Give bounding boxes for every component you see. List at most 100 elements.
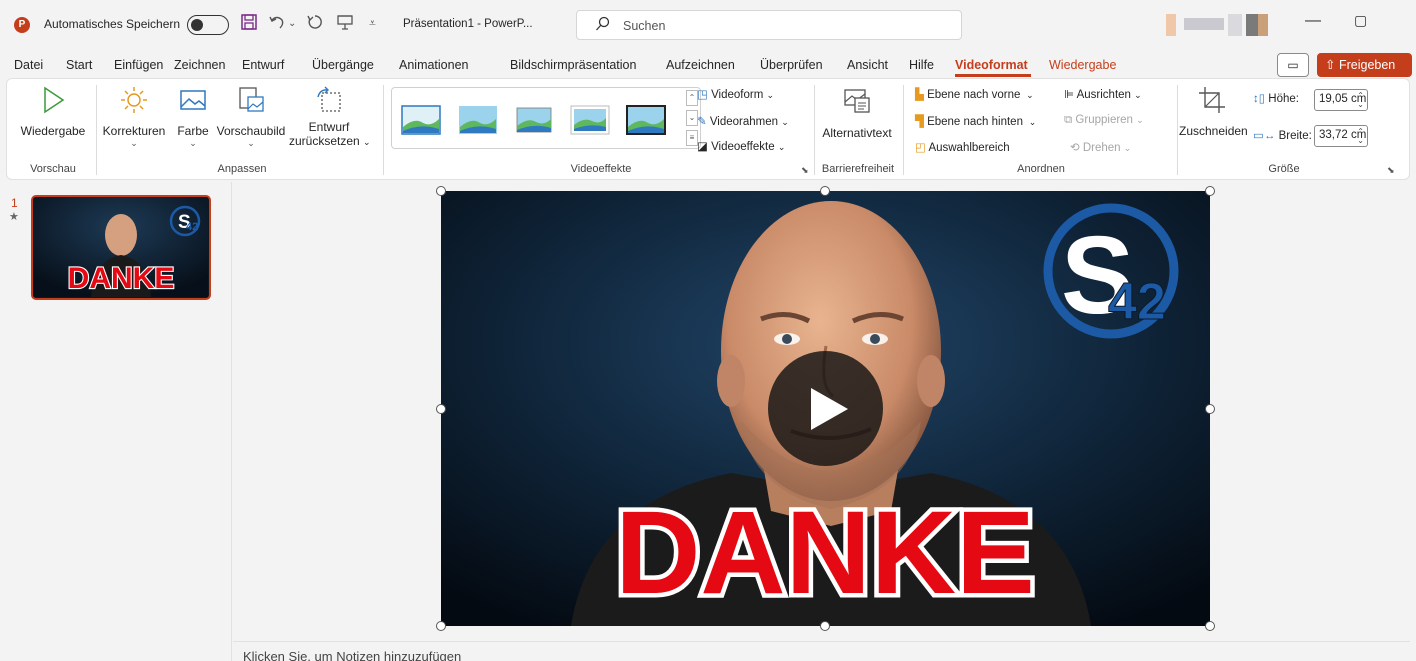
resize-handle[interactable] [1205,404,1215,414]
crop-label: Zuschneiden [1179,124,1248,138]
align-button[interactable]: ⊫ Ausrichten ⌄ [1064,87,1142,101]
group-objects-icon: ⧉ [1064,114,1073,126]
group-label-anordnen: Anordnen [1017,163,1065,175]
tab-datei[interactable]: Datei [14,58,43,72]
crop-button[interactable]: Zuschneiden [1179,85,1248,138]
slide-thumbnail-image: S 42 DANKE [33,197,208,297]
video-border-icon: ✎ [697,116,707,128]
group-label-groesse: Größe [1268,163,1300,175]
spin-arrows-icon[interactable]: ⌃ ⌄ [1357,91,1364,109]
video-effects-button[interactable]: ◪ Videoeffekte ⌄ [697,139,785,153]
resize-handle[interactable] [820,621,830,631]
corrections-button[interactable]: Korrekturen ⌄ [101,85,167,149]
chevron-down-icon: ⌄ [1134,90,1142,100]
color-button[interactable]: Farbe ⌄ [173,85,213,149]
tab-wiedergabe[interactable]: Wiedergabe [1049,58,1116,72]
rotate-button[interactable]: ⟲ Drehen ⌄ [1070,140,1131,154]
height-input[interactable]: 19,05 cm ⌃ ⌄ [1314,89,1368,111]
video-play-button[interactable] [768,351,883,466]
search-placeholder: Suchen [623,19,666,33]
tab-animationen[interactable]: Animationen [399,58,469,72]
color-label: Farbe [177,124,209,138]
tab-einfuegen[interactable]: Einfügen [114,58,163,72]
reset-design-label-line2: zurücksetzen ⌄ [289,134,371,148]
editor-scrollbar[interactable] [1410,182,1416,661]
video-border-label: Videorahmen [709,116,779,128]
dialog-launcher-icon[interactable]: ⬊ [1387,165,1395,176]
corrections-label: Korrekturen [102,124,166,138]
chevron-down-icon: ⌄ [1023,90,1034,100]
tab-entwurf[interactable]: Entwurf [242,58,284,72]
resize-handle[interactable] [1205,186,1215,196]
present-from-start-icon[interactable] [336,13,354,36]
save-icon[interactable] [240,13,258,36]
video-border-button[interactable]: ✎ Videorahmen ⌄ [697,114,789,128]
resize-handle[interactable] [436,186,446,196]
tab-ueberpruefen[interactable]: Überprüfen [760,58,823,72]
send-backward-icon: ▜ [915,116,924,128]
video-effects-label: Videoeffekte [711,141,775,153]
tab-videoformat[interactable]: Videoformat [955,58,1028,72]
undo-icon[interactable] [268,13,286,36]
tab-bildschirmpraesentation[interactable]: Bildschirmpräsentation [510,58,636,72]
height-label: ↕▯ Höhe: [1253,93,1299,105]
video-shape-button[interactable]: ◳ Videoform ⌄ [697,87,774,101]
alt-text-icon [844,89,870,113]
resize-handle[interactable] [436,404,446,414]
poster-frame-button[interactable]: Vorschaubild ⌄ [215,85,287,149]
tab-start[interactable]: Start [66,58,92,72]
resize-handle[interactable] [1205,621,1215,631]
customize-toolbar-icon[interactable]: ⩡ [369,16,376,31]
width-input[interactable]: 33,72 cm ⌃ ⌄ [1314,125,1368,147]
tab-hilfe[interactable]: Hilfe [909,58,934,72]
tab-aufzeichnen[interactable]: Aufzeichnen [666,58,735,72]
crop-icon [1199,87,1225,113]
comments-button[interactable]: ▭ [1277,53,1309,77]
selection-pane-button[interactable]: ◰ Auswahlbereich [915,140,1010,154]
group-objects-button[interactable]: ⧉ Gruppieren ⌄ [1064,114,1144,127]
ribbon-tabs: Datei Start Einfügen Zeichnen Entwurf Üb… [0,50,1416,78]
rotate-icon: ⟲ [1070,142,1080,154]
user-account-avatar[interactable] [1166,14,1276,36]
undo-dropdown-icon[interactable]: ⌄ [288,18,296,29]
alt-text-label: Alternativtext [822,126,892,140]
minimize-icon[interactable]: — [1305,12,1321,30]
play-icon [44,86,65,114]
reset-design-button[interactable]: Entwurf zurücksetzen ⌄ [289,85,371,148]
video-styles-gallery[interactable]: ⌃ ⌄ ≡ [391,87,701,149]
alt-text-button[interactable]: Alternativtext [817,85,897,140]
width-label: ▭↔ Breite: [1253,130,1312,142]
group-separator [96,85,97,175]
tab-ansicht[interactable]: Ansicht [847,58,888,72]
ribbon: Wiedergabe Vorschau Korrekturen ⌄ Farbe … [6,78,1410,180]
tab-uebergaenge[interactable]: Übergänge [312,58,374,72]
chevron-down-icon: ⌄ [1136,115,1144,125]
video-style-option [626,105,666,135]
search-box[interactable]: Suchen [576,10,962,40]
thumbnail-caption: DANKE [68,262,175,295]
group-objects-label: Gruppieren [1075,114,1133,126]
slide-thumbnail[interactable]: S 42 DANKE [31,195,211,300]
group-label-anpassen: Anpassen [217,163,267,175]
send-backward-button[interactable]: ▜ Ebene nach hinten ⌄ [915,114,1036,128]
share-button[interactable]: ⇧ Freigeben [1317,53,1412,77]
chevron-down-icon: ⌄ [247,138,255,148]
redo-icon[interactable] [306,13,324,36]
notes-placeholder[interactable]: Klicken Sie, um Notizen hinzuzufügen [243,649,461,661]
search-icon [595,16,611,36]
bring-forward-button[interactable]: ▙ Ebene nach vorne ⌄ [915,87,1034,101]
play-preview-button[interactable]: Wiedergabe [15,85,91,138]
maximize-icon[interactable]: ▢ [1354,12,1367,29]
resize-handle[interactable] [436,621,446,631]
resize-handle[interactable] [820,186,830,196]
share-label: Freigeben [1338,58,1396,72]
autosave-toggle[interactable] [187,15,229,35]
spin-arrows-icon[interactable]: ⌃ ⌄ [1357,127,1364,145]
tab-zeichnen[interactable]: Zeichnen [174,58,225,72]
align-label: Ausrichten [1076,89,1131,101]
video-style-option [516,107,552,133]
bring-forward-label: Ebene nach vorne [927,89,1021,101]
dialog-launcher-icon[interactable]: ⬊ [801,165,809,176]
slide-number: 1 [11,196,18,210]
group-label-videoeffekte: Videoeffekte [570,163,632,175]
